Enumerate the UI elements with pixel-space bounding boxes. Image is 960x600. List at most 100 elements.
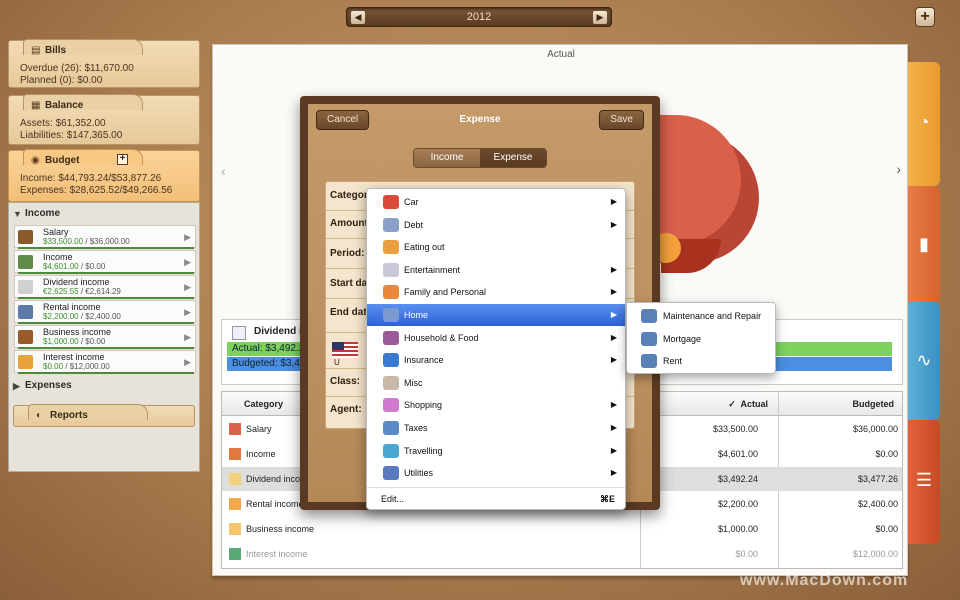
menu-item-household-food[interactable]: Household & Food ▶ [367,327,625,349]
line-chart-tab-icon: ∿ [916,350,932,370]
expenses-group-label: Expenses [25,380,72,391]
disclosure-arrow-icon[interactable]: ▶ [184,257,191,268]
category-budget: $0.00 [85,262,106,271]
disclosure-arrow-icon[interactable]: ▶ [184,307,191,318]
category-budget: €2,614.29 [85,287,121,296]
menu-item-misc[interactable]: Misc [367,372,625,394]
bills-planned: Planned (0): $0.00 [20,75,103,86]
house-icon [641,331,657,346]
dividend-icon [232,326,246,340]
expenses-group-header[interactable]: ▶ Expenses [9,377,201,395]
budget-income: Income: $44,793.24/$53,877.26 [20,173,162,184]
income-group-header[interactable]: ▼ Income [9,205,201,223]
home-submenu: Maintenance and Repair Mortgage Rent [626,302,776,374]
menu-item-label: Eating out [404,242,445,253]
year-selector: ◀ 2012 ▶ [346,7,612,27]
disclosure-arrow-icon[interactable]: ▶ [184,332,191,343]
start-date-label: Start dat [330,278,371,289]
category-name: Business income [43,327,112,337]
category-separator: / [63,362,70,371]
submenu-item[interactable]: Mortgage [627,328,775,350]
menu-item-utilities[interactable]: Utilities ▶ [367,462,625,484]
sidebar-category-row[interactable]: Dividend income €2,625.55 / €2,614.29 ▶ [14,275,196,299]
sidebar-category-row[interactable]: Income $4,601.00 / $0.00 ▶ [14,250,196,274]
menu-item-edit[interactable]: Edit... ⌘E [367,488,625,510]
disclosure-arrow-icon[interactable]: ▶ [184,232,191,243]
row-actual: $3,492.24 [717,474,758,484]
menu-item-edit-label: Edit... [381,494,405,504]
sidebar-category-row[interactable]: Business income $1,000.00 / $0.00 ▶ [14,325,196,349]
menu-item-home[interactable]: Home ▶ [367,304,625,326]
menu-item-icon [383,308,399,322]
menu-item-icon [383,217,399,232]
balance-folder[interactable]: ▦ Balance Assets: $61,352.00 Liabilities… [8,94,200,145]
row-category: Interest income [246,549,308,559]
save-button[interactable]: Save [599,110,644,130]
right-tab-pie[interactable]: ◔ [908,62,940,186]
menu-item-eating-out[interactable]: Eating out [367,236,625,258]
menu-item-icon [383,240,399,255]
submenu-item[interactable]: Rent [627,350,775,372]
menu-item-icon [383,262,399,277]
menu-item-entertainment[interactable]: Entertainment ▶ [367,259,625,281]
next-chart-arrow-icon[interactable]: › [896,161,901,177]
bar-chart-tab-icon: ▮ [919,234,929,254]
menu-item-label: Debt [404,219,424,230]
table-row[interactable]: Interest income $0.00 $12,000.00 [222,542,902,566]
category-values: $0.00 / $12,000.00 [43,362,110,371]
submenu-item[interactable]: Maintenance and Repair [627,305,775,327]
menu-item-travelling[interactable]: Travelling ▶ [367,440,625,462]
menu-item-label: Family and Personal [404,287,487,298]
category-values: $4,601.00 / $0.00 [43,262,105,271]
sidebar-category-row[interactable]: Salary $33,500.00 / $36,000.00 ▶ [14,225,196,249]
category-values: $2,200.00 / $2,400.00 [43,312,121,321]
category-budget: $36,000.00 [89,237,130,246]
menu-item-label: Shopping [404,400,443,411]
reports-title: Reports [50,410,88,421]
menu-item-label: Misc [404,377,423,388]
budget-folder[interactable]: ◉ Budget + Income: $44,793.24/$53,877.26… [8,149,200,202]
house-icon [641,309,657,323]
segment-expense[interactable]: Expense [480,149,546,167]
menu-item-icon [383,353,399,368]
menu-item-car[interactable]: Car ▶ [367,191,625,213]
year-label: 2012 [466,11,492,23]
column-header-actual[interactable]: ✓ Actual [640,392,778,416]
sort-check-icon: ✓ [728,399,736,409]
menu-item-debt[interactable]: Debt ▶ [367,214,625,236]
menu-item-taxes[interactable]: Taxes ▶ [367,417,625,439]
amount-label: Amount [330,218,368,229]
segment-income[interactable]: Income [414,149,480,167]
sidebar-category-row[interactable]: Rental income $2,200.00 / $2,400.00 ▶ [14,300,196,324]
category-progress-bar [18,347,194,349]
menu-item-family-and-personal[interactable]: Family and Personal ▶ [367,281,625,303]
budget-icon: ◉ [31,155,40,166]
row-category: Business income [246,524,315,534]
budget-add-button[interactable]: + [117,154,128,165]
income-group-label: Income [25,208,61,219]
disclosure-arrow-icon[interactable]: ▶ [184,357,191,368]
bills-folder[interactable]: ▤ Bills Overdue (26): $11,670.00 Planned… [8,39,200,88]
menu-item-insurance[interactable]: Insurance ▶ [367,349,625,371]
menu-item-icon [383,375,399,390]
submenu-arrow-icon: ▶ [610,468,617,478]
prev-year-button[interactable]: ◀ [351,11,365,24]
disclosure-arrow-icon[interactable]: ▶ [184,282,191,293]
right-tab-bar[interactable]: ▮ [908,186,940,302]
column-header-budgeted[interactable]: Budgeted [778,392,902,416]
reports-folder[interactable]: ◐ Reports [13,404,195,427]
category-name: Dividend income [43,277,110,287]
menu-item-icon [383,466,399,481]
right-tab-line[interactable]: ∿ [908,302,940,420]
sidebar-category-row[interactable]: Interest income $0.00 / $12,000.00 ▶ [14,350,196,374]
table-row[interactable]: Business income $1,000.00 $0.00 [222,517,902,541]
next-year-button[interactable]: ▶ [593,11,607,24]
right-tab-list[interactable]: ☰ [908,420,940,544]
budget-expenses: Expenses: $28,625.52/$49,266.56 [20,185,173,196]
add-button[interactable]: + [915,7,935,27]
category-name: Income [43,252,73,262]
prev-chart-arrow-icon[interactable]: ‹ [221,163,226,179]
menu-item-shopping[interactable]: Shopping ▶ [367,394,625,416]
row-budgeted: $3,477.26 [857,474,898,484]
category-name: Rental income [43,302,101,312]
